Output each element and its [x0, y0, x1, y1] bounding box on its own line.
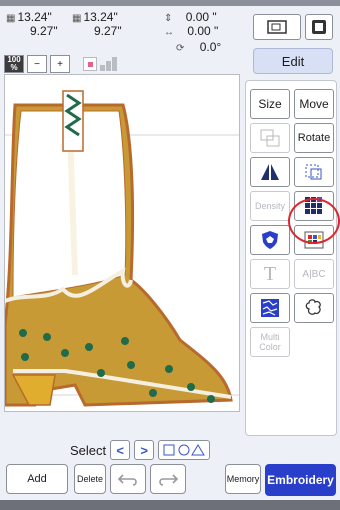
- outline-button[interactable]: [294, 293, 334, 323]
- multi-color-button[interactable]: Multi Color: [250, 327, 290, 357]
- zoom-out-button[interactable]: −: [27, 55, 47, 73]
- leftright-arrows-icon: ↔: [164, 27, 174, 38]
- zoom-in-icon: +: [57, 58, 63, 70]
- highlight-annotation: [288, 198, 340, 244]
- top-bezel: [0, 0, 340, 6]
- width-pattern: 13.24": [83, 10, 118, 24]
- edit-tab[interactable]: Edit: [253, 48, 333, 74]
- hoop-dimension-icon: ▦: [6, 13, 16, 24]
- mirror-view-button[interactable]: [253, 14, 301, 40]
- pattern-dimension-icon: ▦: [72, 13, 82, 24]
- memory-button[interactable]: Memory: [225, 464, 261, 494]
- select-controls: Select < >: [70, 440, 211, 460]
- cowboy-boot-design: [5, 90, 239, 407]
- thread-bar-icon: [100, 57, 128, 71]
- vertical-offset: 0.00 ": [185, 10, 217, 24]
- undo-button[interactable]: [110, 464, 146, 494]
- rotate-icon: ⟳: [176, 43, 185, 54]
- select-shape-button[interactable]: [158, 440, 211, 460]
- mirror-icon: [267, 20, 287, 34]
- stitch-fill-icon: [261, 299, 279, 317]
- stitch-fill-button[interactable]: [250, 293, 290, 323]
- applique-shield-icon: [262, 231, 278, 249]
- select-label: Select: [70, 442, 107, 458]
- density-button[interactable]: Density: [250, 191, 290, 221]
- edit-tools-panel: Size Move Rotate Density T A|BC Multi Co…: [245, 80, 337, 436]
- pattern-area-button[interactable]: [294, 157, 334, 187]
- updown-arrows-icon: ⇕: [164, 13, 173, 24]
- text-tool-button[interactable]: T: [250, 259, 290, 289]
- applique-button[interactable]: [250, 225, 290, 255]
- pattern-thumbnail-icon: [83, 57, 97, 71]
- embroidery-edit-screen: ▦ 13.24" 9.27" ▦ 13.24" 9.27" ⇕ 0.00 " ↔ 0…: [0, 0, 340, 510]
- delete-button[interactable]: Delete: [74, 464, 106, 494]
- zoom-out-icon: −: [34, 58, 40, 70]
- group-button[interactable]: [250, 123, 290, 153]
- redo-button[interactable]: [150, 464, 186, 494]
- rotate-button[interactable]: Rotate: [294, 123, 334, 153]
- flip-horizontal-icon: [261, 164, 279, 180]
- zoom-level-badge[interactable]: 100 %: [4, 55, 24, 73]
- height-total: 9.27": [30, 24, 58, 38]
- abc-tool-button[interactable]: A|BC: [294, 259, 334, 289]
- undo-icon: [117, 474, 137, 486]
- group-icon: [260, 129, 280, 147]
- zoom-in-button[interactable]: +: [50, 55, 70, 73]
- horizontal-offset: 0.00 ": [187, 24, 219, 38]
- select-next-button[interactable]: >: [134, 440, 155, 460]
- redo-icon: [159, 474, 179, 486]
- bottom-bezel: [0, 500, 340, 510]
- sewing-machine-icon: [312, 20, 326, 34]
- width-total: 13.24": [17, 10, 52, 24]
- pattern-area-icon: [305, 164, 322, 180]
- size-button[interactable]: Size: [250, 89, 290, 119]
- select-prev-button[interactable]: <: [110, 440, 131, 460]
- rotation-angle: 0.0°: [199, 40, 222, 54]
- outline-icon: [305, 299, 321, 315]
- add-button[interactable]: Add: [6, 464, 68, 494]
- move-button[interactable]: Move: [294, 89, 334, 119]
- zoom-controls: 100 % − +: [4, 54, 128, 74]
- embroidery-button[interactable]: Embroidery: [265, 464, 336, 496]
- embroidery-canvas[interactable]: [4, 74, 240, 412]
- height-pattern: 9.27": [94, 24, 122, 38]
- sewing-machine-button[interactable]: [305, 14, 333, 40]
- shape-select-icon: [163, 444, 206, 456]
- mirror-flip-button[interactable]: [250, 157, 290, 187]
